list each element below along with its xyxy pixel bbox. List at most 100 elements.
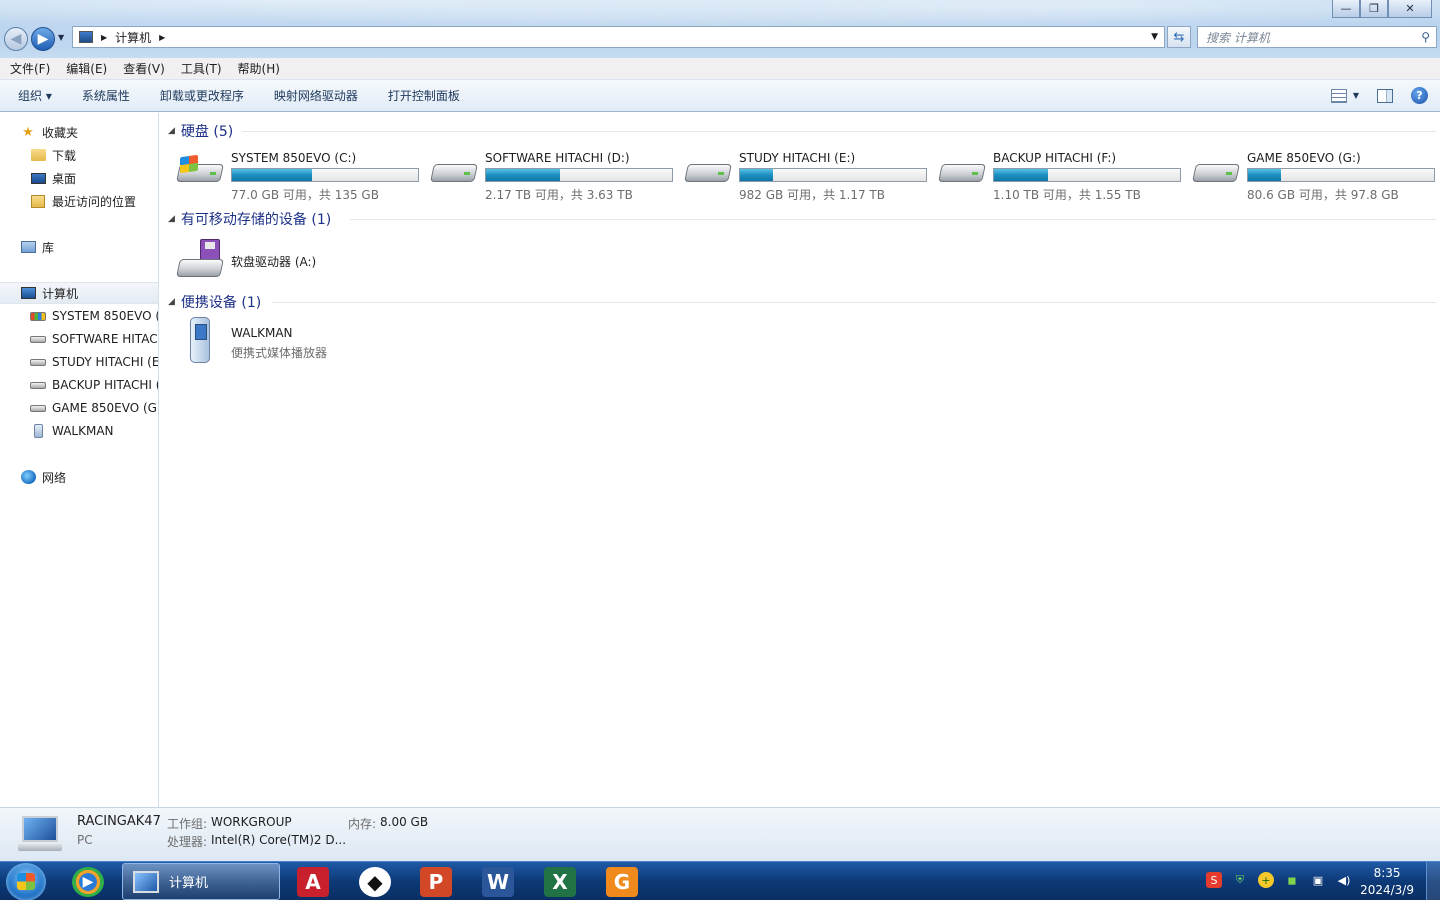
- menu-file[interactable]: 文件(F): [10, 60, 50, 77]
- drive-tile-f[interactable]: BACKUP HITACHI (F:) 1.10 TB 可用，共 1.55 TB: [930, 146, 1184, 202]
- drive-tile-c[interactable]: SYSTEM 850EVO (C:) 77.0 GB 可用，共 135 GB: [168, 146, 422, 202]
- walkman-device-tile[interactable]: WALKMAN 便携式媒体播放器: [168, 317, 422, 367]
- sidebar-item-label: BACKUP HITACHI (F:): [52, 378, 158, 392]
- recent-places-icon: [31, 194, 45, 208]
- hard-drive-icon: [30, 404, 46, 412]
- preview-pane-button[interactable]: [1377, 88, 1393, 103]
- map-network-drive-button[interactable]: 映射网络驱动器: [274, 87, 358, 104]
- drive-tile-g[interactable]: GAME 850EVO (G:) 80.6 GB 可用，共 97.8 GB: [1184, 146, 1438, 202]
- sidebar-item-label: 桌面: [52, 171, 77, 186]
- sidebar-item-drive-g[interactable]: GAME 850EVO (G:): [0, 397, 158, 419]
- uninstall-program-button[interactable]: 卸载或更改程序: [160, 87, 244, 104]
- hard-drive-icon: [938, 156, 986, 186]
- group-header-removable[interactable]: ◢ 有可移动存储的设备 (1): [168, 209, 331, 229]
- hard-drive-icon: [1192, 156, 1240, 186]
- sidebar-item-drive-e[interactable]: STUDY HITACHI (E:): [0, 351, 158, 373]
- taskbar-powerpoint[interactable]: P: [412, 864, 460, 900]
- sidebar-item-label: SYSTEM 850EVO (C:): [52, 309, 158, 323]
- sidebar-item-network[interactable]: 网络: [0, 466, 158, 488]
- collapse-triangle-icon[interactable]: ◢: [168, 214, 175, 224]
- minimize-button[interactable]: —: [1332, 0, 1360, 18]
- forward-button[interactable]: ▶: [31, 27, 55, 51]
- sidebar-item-label: 收藏夹: [42, 125, 79, 140]
- arrow-left-icon: ◀: [10, 31, 22, 47]
- drive-space-info: 2.17 TB 可用，共 3.63 TB: [485, 188, 633, 202]
- taskbar-media-player[interactable]: ▶: [64, 864, 112, 900]
- taskbar-pdf[interactable]: G: [598, 864, 646, 900]
- refresh-icon: ⇆: [1173, 29, 1185, 45]
- taskbar-autocad[interactable]: A: [289, 864, 337, 900]
- sidebar-item-favorites[interactable]: ★ 收藏夹: [0, 121, 158, 143]
- nvidia-icon[interactable]: ◼: [1284, 872, 1300, 888]
- processor-value: Intel(R) Core(TM)2 D...: [211, 833, 347, 847]
- sidebar-item-desktop[interactable]: 桌面: [0, 167, 158, 189]
- taskbar-foxmail[interactable]: ◆: [351, 864, 399, 900]
- back-button[interactable]: ◀: [4, 27, 28, 51]
- plus-icon[interactable]: +: [1258, 872, 1274, 888]
- clock[interactable]: 8:35 2024/3/9: [1360, 865, 1414, 899]
- group-header-portable[interactable]: ◢ 便携设备 (1): [168, 292, 261, 312]
- drive-tile-e[interactable]: STUDY HITACHI (E:) 982 GB 可用，共 1.17 TB: [676, 146, 930, 202]
- sidebar-item-libraries[interactable]: 库: [0, 236, 158, 258]
- sidebar-item-drive-f[interactable]: BACKUP HITACHI (F:): [0, 374, 158, 396]
- sidebar-item-recent-places[interactable]: 最近访问的位置: [0, 190, 158, 212]
- floppy-drive-tile[interactable]: 软盘驱动器 (A:): [168, 239, 422, 289]
- refresh-button[interactable]: ⇆: [1167, 26, 1191, 48]
- excel-icon: X: [544, 867, 576, 897]
- group-title: 便携设备 (1): [180, 295, 262, 311]
- system-properties-button[interactable]: 系统属性: [82, 87, 130, 104]
- drive-usage-bar: [739, 168, 927, 182]
- memory-value: 8.00 GB: [380, 815, 429, 829]
- network-tray-icon[interactable]: ▣: [1310, 872, 1326, 888]
- autocad-icon: A: [297, 867, 329, 897]
- group-title: 有可移动存储的设备 (1): [180, 212, 332, 228]
- menu-tools[interactable]: 工具(T): [181, 60, 222, 77]
- sidebar-item-label: SOFTWARE HITACHI (D:): [52, 332, 158, 346]
- menu-help[interactable]: 帮助(H): [238, 60, 280, 77]
- details-pane: RACINGAK47 PC 工作组: WORKGROUP 内存: 8.00 GB…: [0, 807, 1440, 861]
- volume-icon[interactable]: ◀): [1336, 872, 1352, 888]
- processor-label: 处理器:: [167, 835, 208, 849]
- chevron-down-icon: ▼: [1352, 91, 1359, 100]
- taskbar-explorer-window[interactable]: 计算机: [122, 863, 280, 900]
- sidebar-item-label: 库: [42, 240, 55, 255]
- collapse-triangle-icon[interactable]: ◢: [168, 297, 175, 307]
- sidebar-item-label: WALKMAN: [52, 424, 114, 438]
- organize-button[interactable]: 组织 ▾: [18, 87, 52, 104]
- sidebar-item-walkman[interactable]: WALKMAN: [0, 420, 158, 442]
- sidebar-item-drive-c[interactable]: SYSTEM 850EVO (C:): [0, 305, 158, 327]
- menu-edit[interactable]: 编辑(E): [66, 60, 107, 77]
- search-icon[interactable]: ⚲: [1421, 30, 1430, 44]
- sidebar-item-drive-d[interactable]: SOFTWARE HITACHI (D:): [0, 328, 158, 350]
- group-header-hdd[interactable]: ◢ 硬盘 (5): [168, 121, 233, 141]
- drive-tile-d[interactable]: SOFTWARE HITACHI (D:) 2.17 TB 可用，共 3.63 …: [422, 146, 676, 202]
- sidebar-item-computer[interactable]: 计算机: [0, 282, 158, 304]
- chevron-right-icon[interactable]: ▶: [101, 33, 107, 42]
- input-method-icon[interactable]: S: [1206, 872, 1222, 888]
- search-input[interactable]: 搜索 计算机 ⚲: [1197, 26, 1437, 48]
- hard-drive-icon: [684, 156, 732, 186]
- maximize-button[interactable]: ❐: [1360, 0, 1388, 18]
- drive-usage-bar: [485, 168, 673, 182]
- computer-icon: [133, 870, 159, 893]
- open-control-panel-button[interactable]: 打开控制面板: [388, 87, 460, 104]
- sidebar-item-downloads[interactable]: 下载: [0, 144, 158, 166]
- shield-icon[interactable]: ⛨: [1232, 872, 1248, 888]
- recent-pages-dropdown[interactable]: ▼: [58, 33, 64, 42]
- command-bar: 组织 ▾ 系统属性 卸载或更改程序 映射网络驱动器 打开控制面板 ▼ ?: [0, 80, 1440, 112]
- menu-view[interactable]: 查看(V): [123, 60, 165, 77]
- address-bar[interactable]: ▶ 计算机 ▶ ▼: [72, 26, 1165, 48]
- help-icon[interactable]: ?: [1411, 87, 1428, 104]
- taskbar-excel[interactable]: X: [536, 864, 584, 900]
- taskbar-word[interactable]: W: [474, 864, 522, 900]
- breadcrumb-computer[interactable]: 计算机: [115, 29, 151, 46]
- close-button[interactable]: ✕: [1388, 0, 1432, 18]
- change-view-button[interactable]: ▼: [1330, 88, 1359, 103]
- navigation-pane: ★ 收藏夹 下载 桌面 最近访问的位置 库 计算机 SYSTEM 850EVO …: [0, 113, 159, 807]
- floppy-drive-icon: [176, 239, 224, 279]
- chevron-right-icon[interactable]: ▶: [159, 33, 165, 42]
- collapse-triangle-icon[interactable]: ◢: [168, 126, 175, 136]
- show-desktop-button[interactable]: [1426, 862, 1440, 900]
- start-button[interactable]: [6, 863, 46, 900]
- address-dropdown-icon[interactable]: ▼: [1151, 32, 1158, 42]
